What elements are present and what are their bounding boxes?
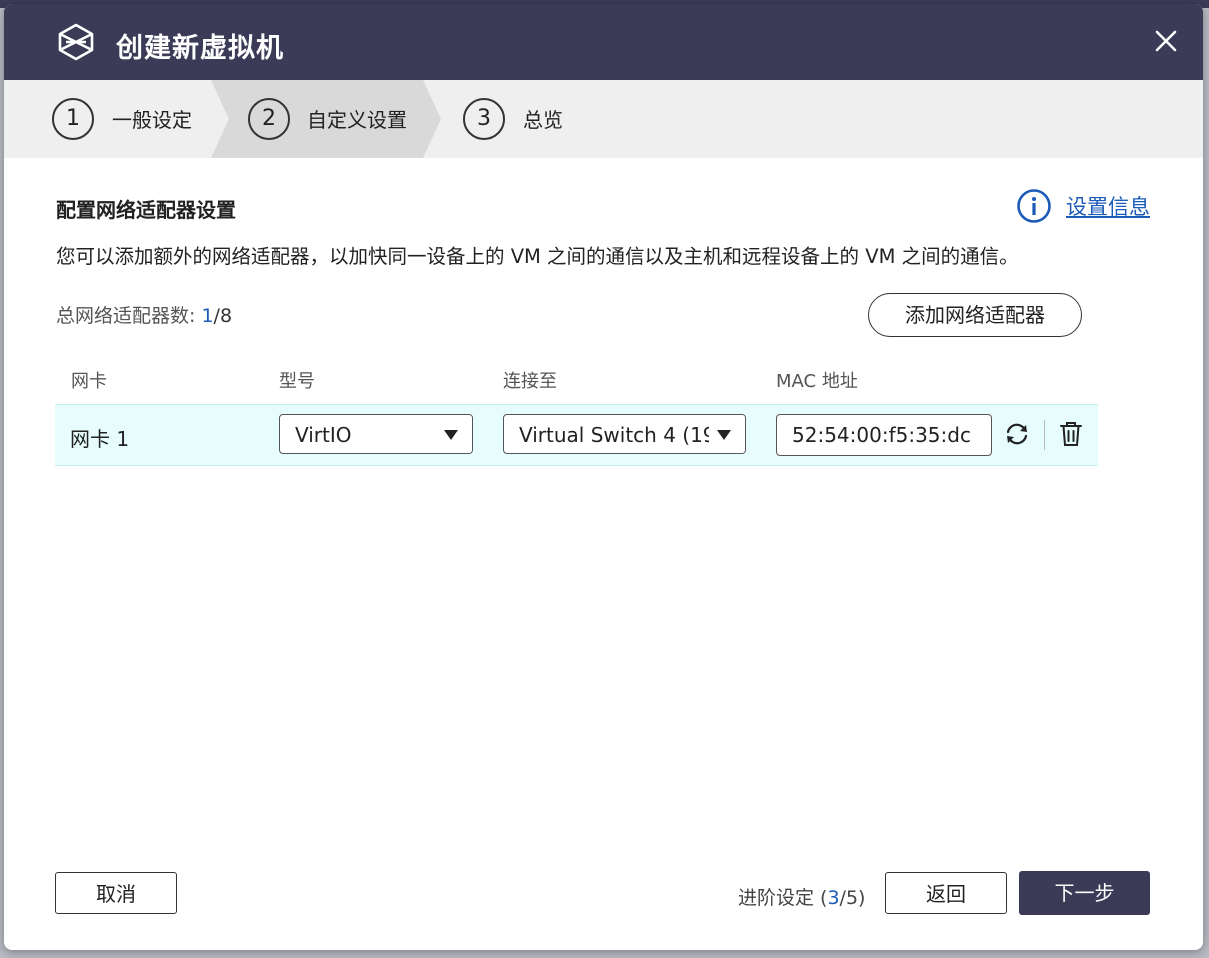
column-header-model: 型号 (279, 371, 315, 392)
info-link-label[interactable]: 设置信息 (1066, 191, 1150, 221)
step-number: 1 (52, 98, 94, 140)
step-number: 3 (463, 98, 505, 140)
next-button[interactable]: 下一步 (1019, 871, 1150, 915)
title-bar: 创建新虚拟机 (4, 4, 1203, 80)
add-network-adapter-button[interactable]: 添加网络适配器 (868, 293, 1082, 337)
step-label: 自定义设置 (307, 108, 407, 132)
table-row: 网卡 1 VirtIO Virtual Switch 4 (192 (55, 404, 1098, 466)
virtualization-logo-icon (58, 23, 94, 61)
column-header-nic: 网卡 (71, 371, 107, 392)
step-label: 总览 (523, 108, 563, 132)
close-icon[interactable] (1151, 26, 1181, 56)
progress-prefix: 进阶设定 ( (738, 887, 828, 909)
progress-suffix: /5) (839, 887, 866, 909)
chevron-down-icon (444, 430, 458, 440)
column-header-connect-to: 连接至 (503, 371, 557, 392)
wizard-steps: 1 一般设定 2 自定义设置 3 总览 (4, 80, 1203, 158)
model-select-value: VirtIO (295, 423, 352, 447)
adapter-count: 总网络适配器数: 1/8 (56, 301, 232, 328)
progress-current: 3 (827, 887, 840, 909)
step-custom-settings[interactable]: 2 自定义设置 (211, 80, 441, 158)
adapter-count-current: 1 (201, 305, 214, 327)
step-label: 一般设定 (112, 108, 192, 132)
dialog-title: 创建新虚拟机 (116, 33, 284, 64)
step-general-settings[interactable]: 1 一般设定 (4, 80, 214, 158)
info-icon (1017, 189, 1051, 223)
column-header-mac: MAC 地址 (776, 371, 858, 392)
step-number: 2 (248, 98, 290, 140)
divider (1044, 420, 1045, 450)
mac-address-input[interactable] (776, 414, 992, 456)
trash-icon[interactable] (1059, 420, 1083, 448)
section-title: 配置网络适配器设置 (56, 198, 236, 222)
section-description: 您可以添加额外的网络适配器，以加快同一设备上的 VM 之间的通信以及主机和远程设… (56, 245, 1019, 268)
refresh-icon[interactable] (1004, 421, 1030, 447)
model-select[interactable]: VirtIO (279, 414, 473, 454)
adapter-count-total: /8 (213, 305, 233, 327)
create-vm-dialog: 创建新虚拟机 1 一般设定 2 自定义设置 3 总览 配置网络适配器设置 设置信… (4, 4, 1203, 950)
connect-to-select-value: Virtual Switch 4 (192 (519, 423, 729, 447)
wizard-progress: 进阶设定 (3/5) (738, 883, 865, 910)
adapter-count-label: 总网络适配器数: (56, 305, 202, 327)
connect-to-select[interactable]: Virtual Switch 4 (192 (503, 414, 746, 454)
back-button[interactable]: 返回 (885, 872, 1007, 914)
chevron-down-icon (717, 430, 731, 440)
cancel-button[interactable]: 取消 (55, 872, 177, 914)
step-overview[interactable]: 3 总览 (444, 80, 644, 158)
nic-name: 网卡 1 (70, 427, 130, 451)
settings-info-link[interactable]: 设置信息 (1016, 188, 1150, 224)
